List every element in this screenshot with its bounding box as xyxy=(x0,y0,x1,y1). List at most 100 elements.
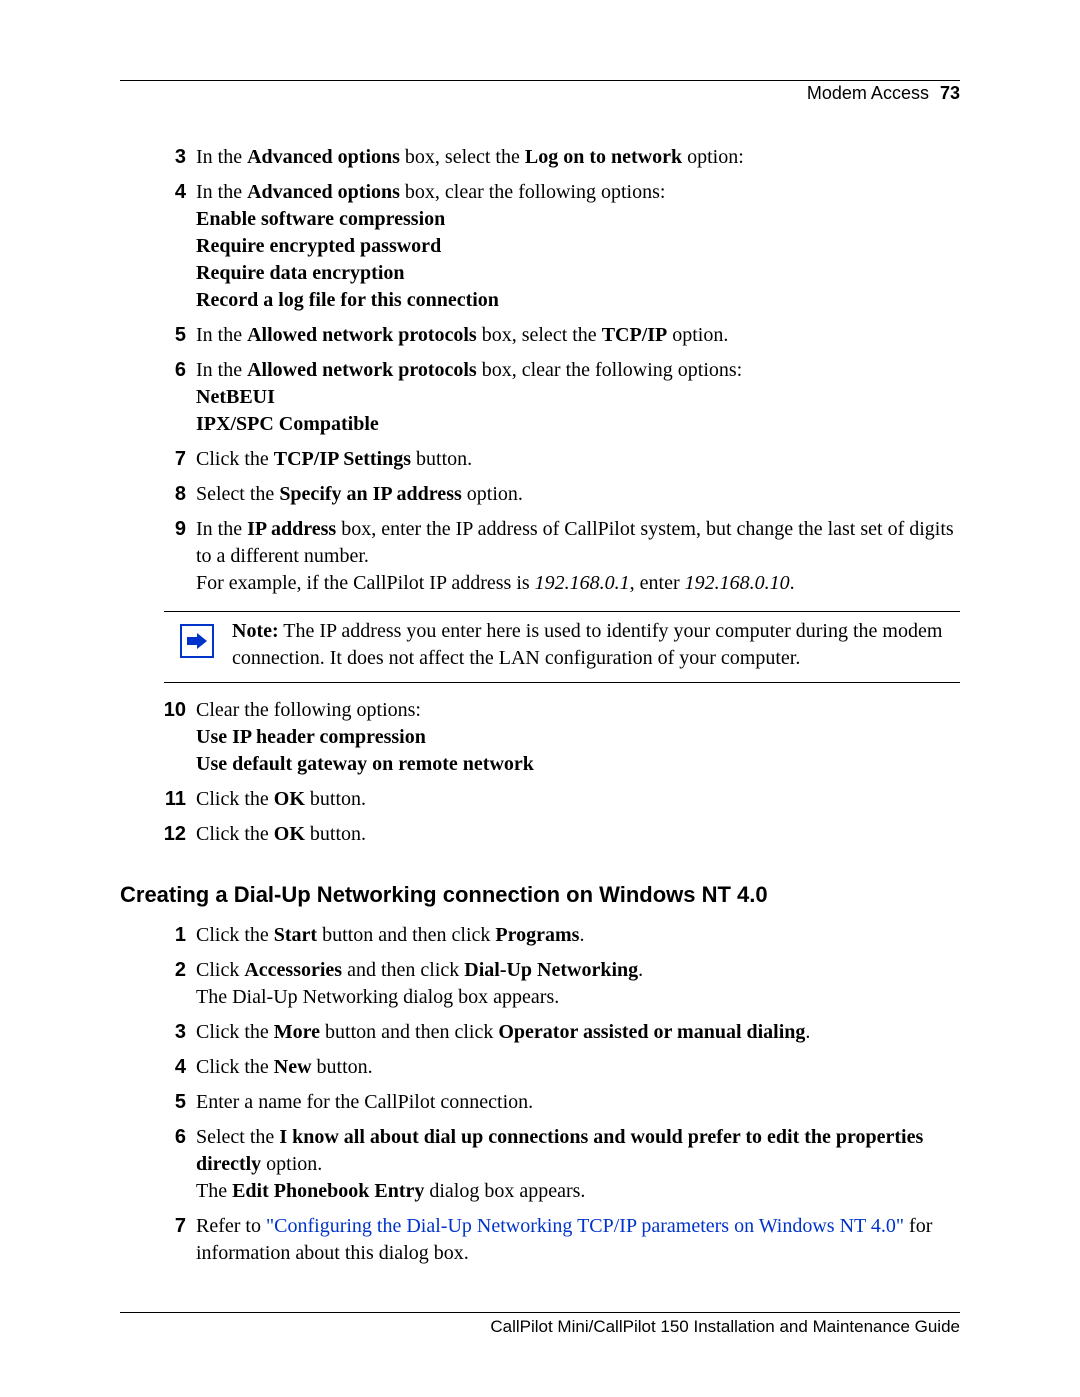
text-run: Advanced options xyxy=(247,181,400,203)
document-page: Modem Access 73 3In the Advanced options… xyxy=(0,0,1080,1397)
text-run: dialog box appears. xyxy=(424,1180,585,1202)
step-content: Click the More button and then click Ope… xyxy=(196,1019,960,1046)
header-rule xyxy=(120,80,960,81)
text-run: , enter xyxy=(630,572,685,594)
text-run: Record a log file for this connection xyxy=(196,289,499,311)
text-run: button. xyxy=(305,823,366,845)
header-title: Modem Access xyxy=(807,83,929,103)
step-content: Click the TCP/IP Settings button. xyxy=(196,446,960,473)
step-number: 6 xyxy=(152,357,186,438)
text-run: button. xyxy=(305,788,366,810)
step-content: Refer to "Configuring the Dial-Up Networ… xyxy=(196,1213,960,1267)
text-run: Enable software compression xyxy=(196,208,445,230)
step-content: Select the Specify an IP address option. xyxy=(196,481,960,508)
step-list-b: 10Clear the following options:Use IP hea… xyxy=(152,697,960,848)
text-run: Dial-Up Networking xyxy=(464,959,638,981)
step-row: 9In the IP address box, enter the IP add… xyxy=(152,516,960,597)
text-run: Select the xyxy=(196,483,279,505)
step-content: Click the OK button. xyxy=(196,821,960,848)
step-content: In the IP address box, enter the IP addr… xyxy=(196,516,960,597)
text-run: The xyxy=(196,1180,232,1202)
text-run: and then click xyxy=(342,959,464,981)
text-run: Operator assisted or manual dialing xyxy=(498,1021,805,1043)
step-content: In the Allowed network protocols box, cl… xyxy=(196,357,960,438)
step-number: 12 xyxy=(152,821,186,848)
text-run: option. xyxy=(462,483,523,505)
text-run: Start xyxy=(274,924,317,946)
step-number: 5 xyxy=(152,1089,186,1116)
text-run: Click the xyxy=(196,788,274,810)
note-text: Note: The IP address you enter here is u… xyxy=(232,618,960,672)
text-run: OK xyxy=(274,823,305,845)
text-run: OK xyxy=(274,788,305,810)
step-row: 11 Click the OK button. xyxy=(152,786,960,813)
text-run: Click the xyxy=(196,1021,274,1043)
text-run: box, select the xyxy=(400,146,525,168)
step-number: 3 xyxy=(152,144,186,171)
text-run: The Dial-Up Networking dialog box appear… xyxy=(196,986,559,1008)
step-number: 6 xyxy=(152,1124,186,1205)
step-number: 4 xyxy=(152,179,186,314)
page-number: 73 xyxy=(940,83,960,103)
text-run: Use default gateway on remote network xyxy=(196,753,534,775)
step-list-a: 3 In the Advanced options box, select the… xyxy=(152,144,960,597)
text-run: . xyxy=(638,959,643,981)
text-run: Click the xyxy=(196,924,274,946)
step-number: 5 xyxy=(152,322,186,349)
step-row: 5 In the Allowed network protocols box, s… xyxy=(152,322,960,349)
step-number: 7 xyxy=(152,446,186,473)
text-run: . xyxy=(579,924,584,946)
step-content: Click the New button. xyxy=(196,1054,960,1081)
text-run: Accessories xyxy=(244,959,342,981)
text-run: In the xyxy=(196,146,247,168)
text-run: box, clear the following options: xyxy=(400,181,666,203)
text-run: Require data encryption xyxy=(196,262,405,284)
step-content: Select the I know all about dial up conn… xyxy=(196,1124,960,1205)
text-run: Click xyxy=(196,959,244,981)
step-content: In the Advanced options box, select the … xyxy=(196,144,960,171)
step-content: Click Accessories and then click Dial-Up… xyxy=(196,957,960,1011)
step-content: In the Advanced options box, clear the f… xyxy=(196,179,960,314)
step-row: 4 Click the New button. xyxy=(152,1054,960,1081)
text-run: button. xyxy=(312,1056,373,1078)
text-run: Allowed network protocols xyxy=(247,324,477,346)
text-run: 192.168.0.10 xyxy=(685,572,790,594)
step-row: 1Click the Start button and then click P… xyxy=(152,922,960,949)
step-content: Clear the following options:Use IP heade… xyxy=(196,697,960,778)
step-row: 2Click Accessories and then click Dial-U… xyxy=(152,957,960,1011)
text-run: Programs xyxy=(495,924,579,946)
arrow-right-icon xyxy=(180,624,214,658)
step-content: Enter a name for the CallPilot connectio… xyxy=(196,1089,960,1116)
step-row: 6In the Allowed network protocols box, c… xyxy=(152,357,960,438)
text-run: button and then click xyxy=(317,924,495,946)
text-run: In the xyxy=(196,359,247,381)
page-footer: CallPilot Mini/CallPilot 150 Installatio… xyxy=(120,1312,960,1337)
step-content: Click the OK button. xyxy=(196,786,960,813)
text-run: For example, if the CallPilot IP address… xyxy=(196,572,535,594)
text-run: TCP/IP Settings xyxy=(274,448,411,470)
text-run: button. xyxy=(411,448,472,470)
text-run: option. xyxy=(261,1153,322,1175)
step-row: 10Clear the following options:Use IP hea… xyxy=(152,697,960,778)
text-run: IP address xyxy=(247,518,336,540)
step-row: 7 Click the TCP/IP Settings button. xyxy=(152,446,960,473)
step-row: 3 Click the More button and then click Op… xyxy=(152,1019,960,1046)
text-run: Use IP header compression xyxy=(196,726,426,748)
text-run: In the xyxy=(196,181,247,203)
cross-reference-link[interactable]: "Configuring the Dial-Up Networking TCP/… xyxy=(266,1215,904,1237)
step-row: 5 Enter a name for the CallPilot connecti… xyxy=(152,1089,960,1116)
step-content: In the Allowed network protocols box, se… xyxy=(196,322,960,349)
note-block: Note: The IP address you enter here is u… xyxy=(164,611,960,683)
step-number: 11 xyxy=(152,786,186,813)
text-run: IPX/SPC Compatible xyxy=(196,413,379,435)
step-number: 4 xyxy=(152,1054,186,1081)
text-run: box, clear the following options: xyxy=(477,359,743,381)
text-run: option: xyxy=(682,146,744,168)
step-number: 3 xyxy=(152,1019,186,1046)
text-run: In the xyxy=(196,324,247,346)
step-row: 4In the Advanced options box, clear the … xyxy=(152,179,960,314)
step-row: 7Refer to "Configuring the Dial-Up Netwo… xyxy=(152,1213,960,1267)
text-run: TCP/IP xyxy=(602,324,668,346)
text-run: NetBEUI xyxy=(196,386,275,408)
text-run: Click the xyxy=(196,448,274,470)
